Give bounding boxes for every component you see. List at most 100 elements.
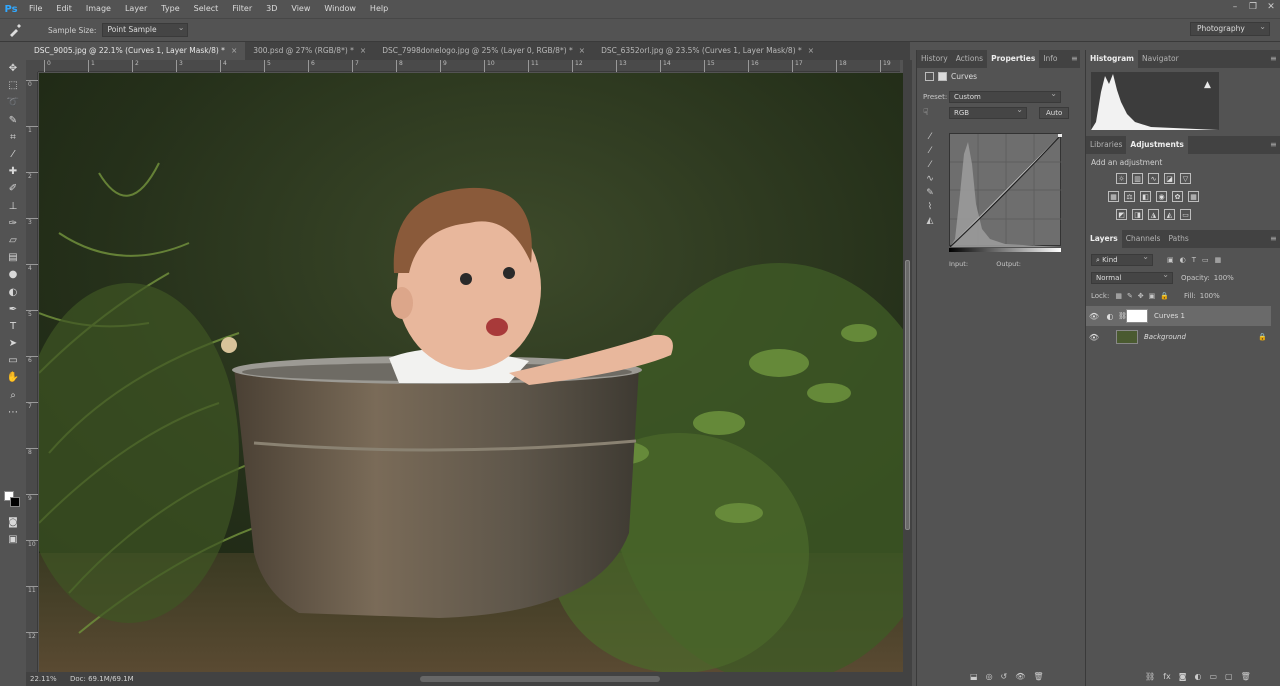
tab-dsc-7998[interactable]: DSC_7998donelogo.jpg @ 25% (Layer 0, RGB… xyxy=(374,42,593,60)
close-tab-icon[interactable]: × xyxy=(579,46,585,55)
move-tool-icon[interactable]: ✥ xyxy=(3,60,23,77)
document-canvas[interactable] xyxy=(39,73,903,672)
tab-info[interactable]: Info xyxy=(1039,50,1061,68)
layer-background[interactable]: 👁 Background 🔒 xyxy=(1086,327,1271,347)
shape-tool-icon[interactable]: ▭ xyxy=(3,352,23,369)
layer-mask-thumbnail[interactable] xyxy=(1126,309,1148,323)
auto-button[interactable]: Auto xyxy=(1039,107,1070,119)
clone-stamp-tool-icon[interactable]: ⊥ xyxy=(3,198,23,215)
tab-channels[interactable]: Channels xyxy=(1122,230,1165,248)
photo-filter-icon[interactable]: ◉ xyxy=(1156,191,1167,202)
curves-icon[interactable]: ∿ xyxy=(1148,173,1159,184)
close-icon[interactable]: ✕ xyxy=(1262,0,1280,14)
layer-curves-1[interactable]: 👁 ◐ ⛓ Curves 1 xyxy=(1086,306,1271,326)
history-brush-tool-icon[interactable]: ✑ xyxy=(3,215,23,232)
black-white-icon[interactable]: ◧ xyxy=(1140,191,1151,202)
opacity-value[interactable]: 100% xyxy=(1214,274,1234,282)
panel-menu-icon[interactable]: ≡ xyxy=(1071,54,1078,63)
gradient-map-icon[interactable]: ▭ xyxy=(1180,209,1191,220)
tab-dsc-9005[interactable]: DSC_9005.jpg @ 22.1% (Curves 1, Layer Ma… xyxy=(26,42,246,60)
smooth-curve-icon[interactable]: ⌇ xyxy=(928,202,932,212)
tab-dsc-6352[interactable]: DSC_6352orl.jpg @ 23.5% (Curves 1, Layer… xyxy=(593,42,822,60)
exposure-icon[interactable]: ◪ xyxy=(1164,173,1175,184)
ruler-corner[interactable] xyxy=(26,60,38,72)
brightness-contrast-icon[interactable]: ☼ xyxy=(1116,173,1127,184)
mask-icon[interactable] xyxy=(938,71,947,81)
gradient-tool-icon[interactable]: ▤ xyxy=(3,249,23,266)
quick-mask-icon[interactable]: ◙ xyxy=(3,514,23,531)
marquee-tool-icon[interactable]: ⬚ xyxy=(3,77,23,94)
pen-tool-icon[interactable]: ✒ xyxy=(3,301,23,318)
tab-properties[interactable]: Properties xyxy=(987,50,1040,68)
visibility-eye-icon[interactable]: 👁 xyxy=(1086,312,1102,321)
new-group-icon[interactable]: ▭ xyxy=(1209,672,1217,681)
filter-kind-select[interactable]: ⌕ Kind xyxy=(1091,252,1153,266)
vibrance-icon[interactable]: ▽ xyxy=(1180,173,1191,184)
new-adjustment-icon[interactable]: ◐ xyxy=(1194,672,1201,681)
close-tab-icon[interactable]: × xyxy=(808,46,814,55)
hue-saturation-icon[interactable]: ▦ xyxy=(1108,191,1119,202)
selective-color-icon[interactable]: ◭ xyxy=(1164,209,1175,220)
menu-file[interactable]: File xyxy=(22,0,49,18)
horizontal-scrollbar[interactable] xyxy=(420,676,660,682)
lock-icons[interactable]: ▦✎✥▣🔒 xyxy=(1115,292,1174,300)
channel-select[interactable]: RGB xyxy=(949,105,1027,119)
fill-value[interactable]: 100% xyxy=(1200,292,1220,300)
zoom-level[interactable]: 22.11% xyxy=(26,675,70,683)
brush-tool-icon[interactable]: ✐ xyxy=(3,180,23,197)
panel-menu-icon[interactable]: ≡ xyxy=(1270,234,1277,243)
close-tab-icon[interactable]: × xyxy=(231,46,237,55)
minimize-icon[interactable]: – xyxy=(1226,0,1244,14)
eraser-tool-icon[interactable]: ▱ xyxy=(3,232,23,249)
blend-mode-select[interactable]: Normal xyxy=(1091,270,1173,284)
clip-to-layer-icon[interactable]: ⬓ xyxy=(970,672,978,681)
white-point-eyedropper-icon[interactable]: ⁄ xyxy=(929,160,931,170)
eyedropper-tool-icon[interactable]: ⁄ xyxy=(3,146,23,163)
tab-adjustments[interactable]: Adjustments xyxy=(1126,136,1188,154)
restore-icon[interactable]: ❐ xyxy=(1244,0,1262,14)
close-tab-icon[interactable]: × xyxy=(360,46,366,55)
hand-tool-icon[interactable]: ✋ xyxy=(3,369,23,386)
levels-icon[interactable]: ▥ xyxy=(1132,173,1143,184)
path-select-tool-icon[interactable]: ➤ xyxy=(3,335,23,352)
link-layers-icon[interactable]: ⛓ xyxy=(1145,672,1155,681)
color-balance-icon[interactable]: ⚖ xyxy=(1124,191,1135,202)
screen-mode-icon[interactable]: ▣ xyxy=(3,531,23,548)
panel-menu-icon[interactable]: ≡ xyxy=(1270,140,1277,149)
blur-tool-icon[interactable]: ● xyxy=(3,266,23,283)
quick-select-tool-icon[interactable]: ✎ xyxy=(3,112,23,129)
workspace-select[interactable]: Photography xyxy=(1190,21,1270,36)
menu-type[interactable]: Type xyxy=(154,0,186,18)
posterize-icon[interactable]: ◨ xyxy=(1132,209,1143,220)
color-lookup-icon[interactable]: ▦ xyxy=(1188,191,1199,202)
zoom-tool-icon[interactable]: ⌕ xyxy=(3,387,23,404)
gray-point-eyedropper-icon[interactable]: ⁄ xyxy=(929,146,931,156)
delete-layer-icon[interactable]: 🗑 xyxy=(1241,672,1251,681)
layer-name[interactable]: Curves 1 xyxy=(1154,312,1185,320)
lock-icon[interactable]: 🔒 xyxy=(1258,333,1267,341)
add-mask-icon[interactable]: ◙ xyxy=(1179,672,1187,681)
delete-adjustment-icon[interactable]: 🗑 xyxy=(1033,672,1043,681)
curve-points-icon[interactable]: ∿ xyxy=(926,174,934,184)
type-tool-icon[interactable]: T xyxy=(3,318,23,335)
vertical-scrollbar[interactable] xyxy=(903,60,912,672)
eyedropper-tool-preset-icon[interactable] xyxy=(0,19,30,41)
layer-name[interactable]: Background xyxy=(1144,333,1186,341)
healing-tool-icon[interactable]: ✚ xyxy=(3,163,23,180)
menu-select[interactable]: Select xyxy=(187,0,226,18)
clipping-warning-icon[interactable]: ◭ xyxy=(927,216,934,226)
pencil-curve-icon[interactable]: ✎ xyxy=(926,188,934,198)
curves-graph[interactable] xyxy=(949,133,1063,248)
tab-libraries[interactable]: Libraries xyxy=(1086,136,1126,154)
crop-tool-icon[interactable]: ⌗ xyxy=(3,129,23,146)
background-color-swatch[interactable] xyxy=(10,497,20,507)
doc-size[interactable]: Doc: 69.1M/69.1M xyxy=(70,675,200,683)
tab-history[interactable]: History xyxy=(917,50,952,68)
tab-actions[interactable]: Actions xyxy=(952,50,987,68)
visibility-eye-icon[interactable]: 👁 xyxy=(1086,333,1102,342)
black-point-eyedropper-icon[interactable]: ⁄ xyxy=(929,132,931,142)
threshold-icon[interactable]: ◮ xyxy=(1148,209,1159,220)
scroll-thumb[interactable] xyxy=(905,260,910,530)
sample-size-select[interactable]: Point Sample xyxy=(102,22,189,37)
menu-3d[interactable]: 3D xyxy=(259,0,284,18)
